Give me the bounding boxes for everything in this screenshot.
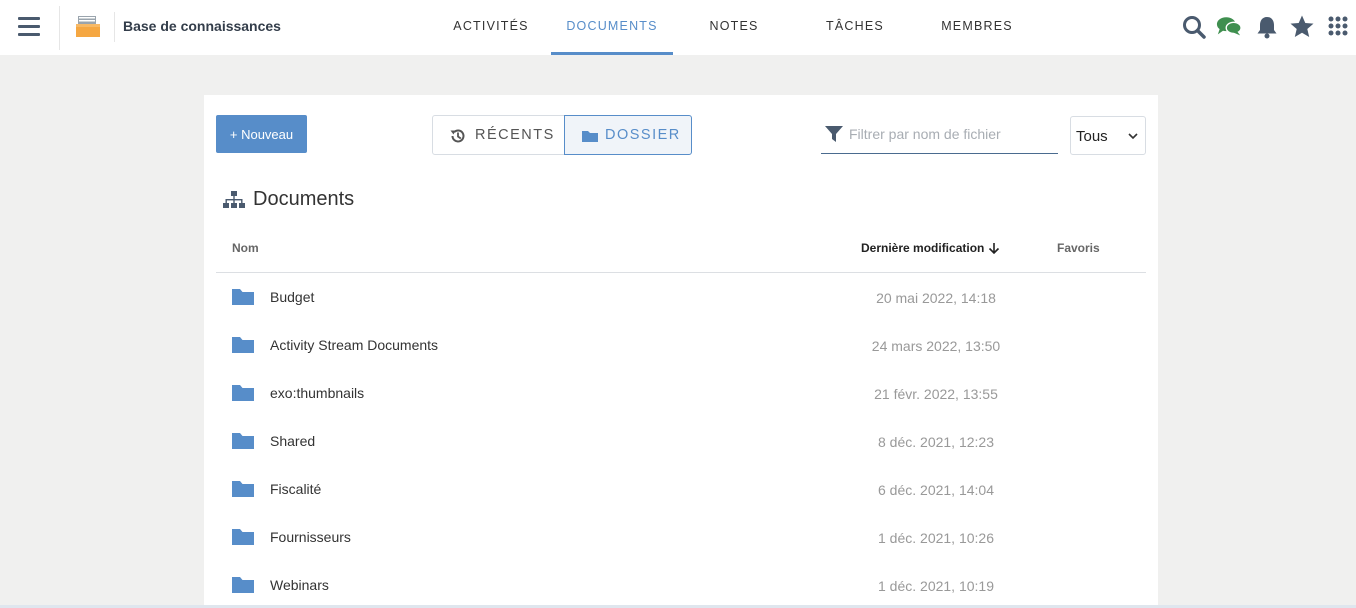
new-button-label: Nouveau — [241, 127, 294, 142]
tab-taches[interactable]: TÂCHES — [794, 0, 916, 55]
file-name[interactable]: Fournisseurs — [270, 529, 351, 545]
filter-icon — [825, 126, 843, 142]
chat-icon[interactable] — [1216, 14, 1242, 40]
tab-activites[interactable]: ACTIVITÉS — [430, 0, 552, 55]
folder-icon — [232, 385, 254, 401]
table-row[interactable]: exo:thumbnails 21 févr. 2022, 13:55 — [216, 369, 1146, 417]
table-header: Nom Dernière modification Favoris — [216, 233, 1146, 273]
table-row[interactable]: Shared 8 déc. 2021, 12:23 — [216, 417, 1146, 465]
modified-date: 21 févr. 2022, 13:55 — [874, 386, 998, 402]
bell-icon[interactable] — [1254, 14, 1280, 40]
column-header-name[interactable]: Nom — [232, 241, 259, 255]
tab-membres[interactable]: MEMBRES — [916, 0, 1038, 55]
recent-view-button[interactable]: RÉCENTS — [432, 115, 565, 155]
space-avatar-icon[interactable] — [75, 15, 101, 39]
space-title[interactable]: Base de connaissances — [123, 18, 281, 34]
type-filter-value: Tous — [1076, 128, 1108, 145]
folder-icon — [232, 529, 254, 545]
modified-date: 6 déc. 2021, 14:04 — [878, 482, 994, 498]
divider — [114, 12, 115, 42]
file-name[interactable]: Webinars — [270, 577, 329, 593]
folder-icon — [232, 481, 254, 497]
hamburger-menu-icon[interactable] — [18, 17, 40, 37]
recent-view-label: RÉCENTS — [475, 127, 555, 143]
table-row[interactable]: Activity Stream Documents 24 mars 2022, … — [216, 321, 1146, 369]
chevron-down-icon — [1128, 133, 1138, 140]
folder-icon — [232, 289, 254, 305]
documents-panel: + Nouveau RÉCENTS DOSSIER Tous — [204, 95, 1158, 608]
table-row[interactable]: Fiscalité 6 déc. 2021, 14:04 — [216, 465, 1146, 513]
modified-date: 24 mars 2022, 13:50 — [871, 338, 1001, 354]
column-header-favorites[interactable]: Favoris — [1057, 241, 1100, 255]
folder-icon — [582, 131, 598, 142]
tab-notes[interactable]: NOTES — [673, 0, 795, 55]
divider — [59, 6, 60, 50]
file-name[interactable]: Fiscalité — [270, 481, 321, 497]
folder-icon — [232, 433, 254, 449]
sort-arrow-down-icon — [988, 243, 999, 255]
star-icon[interactable] — [1289, 14, 1315, 40]
modified-date: 8 déc. 2021, 12:23 — [878, 434, 994, 450]
file-name[interactable]: Budget — [270, 289, 314, 305]
new-button[interactable]: + Nouveau — [216, 115, 307, 153]
modified-date: 1 déc. 2021, 10:19 — [878, 578, 994, 594]
folder-icon — [232, 577, 254, 593]
column-header-modified[interactable]: Dernière modification — [861, 241, 1000, 255]
file-name[interactable]: Shared — [270, 433, 315, 449]
search-icon[interactable] — [1181, 14, 1207, 40]
file-name[interactable]: Activity Stream Documents — [270, 337, 438, 353]
table-row[interactable]: Budget 20 mai 2022, 14:18 — [216, 273, 1146, 321]
column-header-modified-label: Dernière modification — [861, 241, 985, 255]
sitemap-icon — [223, 191, 245, 208]
apps-grid-icon[interactable] — [1326, 14, 1352, 40]
breadcrumb-title[interactable]: Documents — [253, 188, 354, 211]
file-name[interactable]: exo:thumbnails — [270, 385, 364, 401]
history-icon — [450, 129, 465, 143]
folder-view-button[interactable]: DOSSIER — [564, 115, 692, 155]
filter-field — [821, 118, 1058, 154]
filter-input[interactable] — [849, 122, 1054, 146]
folder-view-label: DOSSIER — [605, 127, 681, 143]
table-row[interactable]: Webinars 1 déc. 2021, 10:19 — [216, 561, 1146, 608]
tab-documents[interactable]: DOCUMENTS — [551, 0, 673, 55]
table-row[interactable]: Fournisseurs 1 déc. 2021, 10:26 — [216, 513, 1146, 561]
type-filter-select[interactable]: Tous — [1070, 116, 1146, 155]
modified-date: 20 mai 2022, 14:18 — [876, 290, 996, 306]
modified-date: 1 déc. 2021, 10:26 — [878, 530, 994, 546]
folder-icon — [232, 337, 254, 353]
top-bar: Base de connaissances ACTIVITÉS DOCUMENT… — [0, 0, 1356, 55]
